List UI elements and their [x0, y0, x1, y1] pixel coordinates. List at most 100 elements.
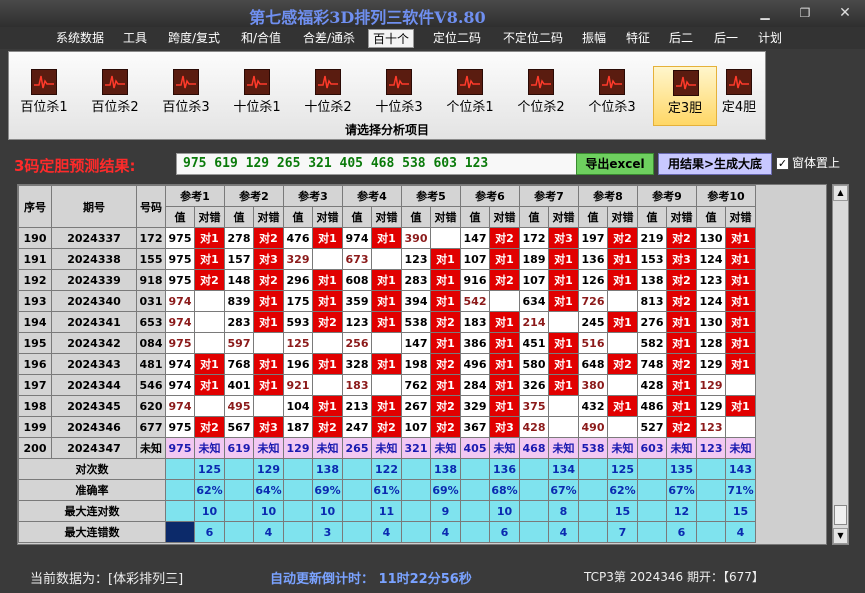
ref-value[interactable]: 329	[283, 248, 313, 270]
ribbon-button-10[interactable]: 定3胆	[653, 66, 717, 126]
table-row[interactable]: 194 2024341 653 974 283 对1 593 对2 123 对1 538 对2 183 对…	[18, 311, 756, 333]
ref-value[interactable]: 123	[696, 437, 726, 459]
ref-judge[interactable]	[371, 248, 402, 270]
ref-value[interactable]: 762	[401, 374, 431, 396]
ref-value[interactable]: 136	[578, 248, 608, 270]
ref-judge[interactable]: 对1	[725, 353, 756, 375]
ref-judge[interactable]: 未知	[194, 437, 225, 459]
ref-value[interactable]: 183	[460, 311, 490, 333]
ref-value[interactable]: 124	[696, 248, 726, 270]
export-excel-button[interactable]: 导出excel	[576, 153, 654, 175]
ref-judge[interactable]: 对1	[666, 395, 697, 417]
ribbon-button-11[interactable]: 定4胆	[713, 66, 765, 126]
ref-value[interactable]: 129	[696, 353, 726, 375]
ref-judge[interactable]: 对1	[371, 311, 402, 333]
ref-judge[interactable]: 对1	[725, 332, 756, 354]
ref-judge[interactable]: 对3	[253, 416, 284, 438]
ref-value[interactable]: 593	[283, 311, 313, 333]
ref-judge[interactable]: 对2	[253, 269, 284, 291]
ref-judge[interactable]	[194, 290, 225, 312]
menu-item-7[interactable]: 定位二码	[433, 29, 481, 48]
table-row[interactable]: 190 2024337 172 975 对1 278 对2 476 对1 974 对1 390 147 对…	[18, 227, 756, 249]
ref-value[interactable]: 123	[401, 248, 431, 270]
ref-value[interactable]: 172	[519, 227, 549, 249]
ref-judge[interactable]	[489, 290, 520, 312]
ref-value[interactable]: 608	[342, 269, 372, 291]
ref-value[interactable]: 189	[519, 248, 549, 270]
ref-judge[interactable]: 对1	[666, 311, 697, 333]
ref-value[interactable]: 147	[460, 227, 490, 249]
ref-value[interactable]: 516	[578, 332, 608, 354]
ref-judge[interactable]	[194, 395, 225, 417]
window-on-top-checkbox[interactable]: ✓ 窗体置上	[776, 154, 840, 171]
ref-judge[interactable]: 对1	[430, 332, 461, 354]
ref-judge[interactable]: 对2	[666, 353, 697, 375]
table-row[interactable]: 192 2024339 918 975 对2 148 对2 296 对1 608 对1 283 对1 91…	[18, 269, 756, 291]
ref-judge[interactable]	[312, 374, 343, 396]
ref-judge[interactable]: 对1	[312, 353, 343, 375]
ref-value[interactable]: 283	[224, 311, 254, 333]
ref-value[interactable]: 648	[578, 353, 608, 375]
prediction-row[interactable]: 200 2024347 未知 975 未知 619 未知 129 未知 265 未知 321 未知 405…	[18, 437, 756, 459]
ref-judge[interactable]: 对1	[607, 311, 638, 333]
ref-value[interactable]: 974	[165, 353, 195, 375]
scroll-down-icon[interactable]: ▼	[833, 528, 848, 544]
table-row[interactable]: 196 2024343 481 974 对1 768 对1 196 对1 328 对1 198 对2 49…	[18, 353, 756, 375]
ref-value[interactable]: 386	[460, 332, 490, 354]
ref-judge[interactable]: 未知	[607, 437, 638, 459]
checkbox-check-icon[interactable]: ✓	[776, 157, 789, 170]
scrollbar-thumb[interactable]	[834, 505, 847, 525]
ref-value[interactable]: 405	[460, 437, 490, 459]
table-row[interactable]: 191 2024338 155 975 对1 157 对3 329 673 123 对1 107 对1 1…	[18, 248, 756, 270]
menu-item-11[interactable]: 后二	[669, 29, 693, 48]
ref-value[interactable]: 432	[578, 395, 608, 417]
ref-judge[interactable]: 对2	[666, 416, 697, 438]
ref-value[interactable]: 974	[165, 311, 195, 333]
close-icon[interactable]: ✕	[832, 4, 858, 22]
ref-value[interactable]: 296	[283, 269, 313, 291]
ref-value[interactable]: 123	[342, 311, 372, 333]
ref-judge[interactable]	[725, 416, 756, 438]
ref-judge[interactable]: 对2	[194, 416, 225, 438]
ref-judge[interactable]: 对1	[253, 290, 284, 312]
ref-value[interactable]: 603	[637, 437, 667, 459]
ref-judge[interactable]: 对1	[607, 395, 638, 417]
ref-value[interactable]: 153	[637, 248, 667, 270]
ref-judge[interactable]: 对1	[194, 227, 225, 249]
ref-value[interactable]: 974	[165, 374, 195, 396]
ref-value[interactable]: 147	[401, 332, 431, 354]
ref-value[interactable]: 247	[342, 416, 372, 438]
ref-value[interactable]: 129	[696, 374, 726, 396]
ref-value[interactable]: 107	[460, 248, 490, 270]
ref-value[interactable]: 359	[342, 290, 372, 312]
ref-value[interactable]: 183	[342, 374, 372, 396]
generate-base-button[interactable]: 用结果>生成大底	[658, 153, 772, 175]
ref-value[interactable]: 974	[342, 227, 372, 249]
ref-judge[interactable]: 对2	[312, 416, 343, 438]
ref-judge[interactable]	[312, 248, 343, 270]
ribbon-button-5[interactable]: 十位杀2	[296, 66, 360, 126]
ref-judge[interactable]: 对1	[489, 353, 520, 375]
ref-judge[interactable]	[607, 332, 638, 354]
ref-judge[interactable]: 未知	[666, 437, 697, 459]
ref-judge[interactable]: 对1	[371, 290, 402, 312]
ref-value[interactable]: 265	[342, 437, 372, 459]
ref-value[interactable]: 125	[283, 332, 313, 354]
ref-judge[interactable]: 对1	[194, 248, 225, 270]
ref-value[interactable]: 197	[578, 227, 608, 249]
ref-value[interactable]: 107	[401, 416, 431, 438]
ref-value[interactable]: 975	[165, 416, 195, 438]
ref-judge[interactable]: 对1	[725, 311, 756, 333]
ref-value[interactable]: 974	[165, 395, 195, 417]
menu-item-4[interactable]: 和/合值	[241, 29, 281, 48]
ribbon-button-3[interactable]: 百位杀3	[154, 66, 218, 126]
ref-value[interactable]: 495	[224, 395, 254, 417]
ref-value[interactable]: 123	[696, 269, 726, 291]
ref-judge[interactable]: 对1	[666, 374, 697, 396]
ref-judge[interactable]	[194, 311, 225, 333]
ref-judge[interactable]: 对1	[430, 290, 461, 312]
ref-value[interactable]: 375	[519, 395, 549, 417]
ref-judge[interactable]: 对2	[666, 290, 697, 312]
ref-judge[interactable]: 对1	[312, 290, 343, 312]
ref-value[interactable]: 380	[578, 374, 608, 396]
